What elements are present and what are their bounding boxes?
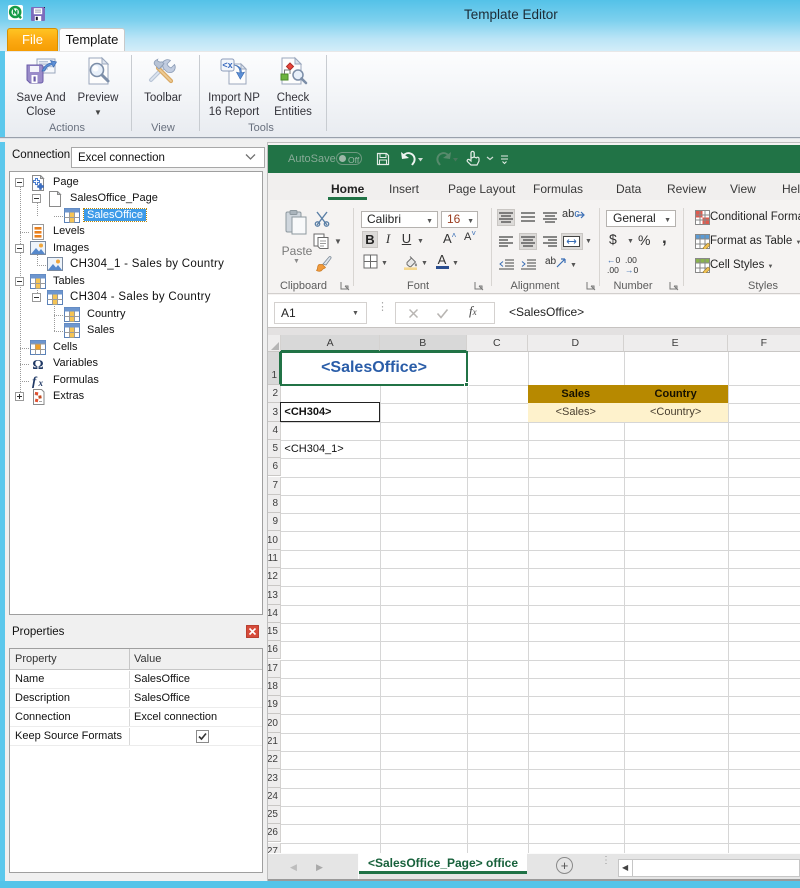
- svg-text:<x: <x: [222, 60, 232, 70]
- svg-text:Ω: Ω: [32, 358, 43, 372]
- svg-text:x: x: [38, 378, 44, 388]
- svg-text:f: f: [32, 373, 38, 388]
